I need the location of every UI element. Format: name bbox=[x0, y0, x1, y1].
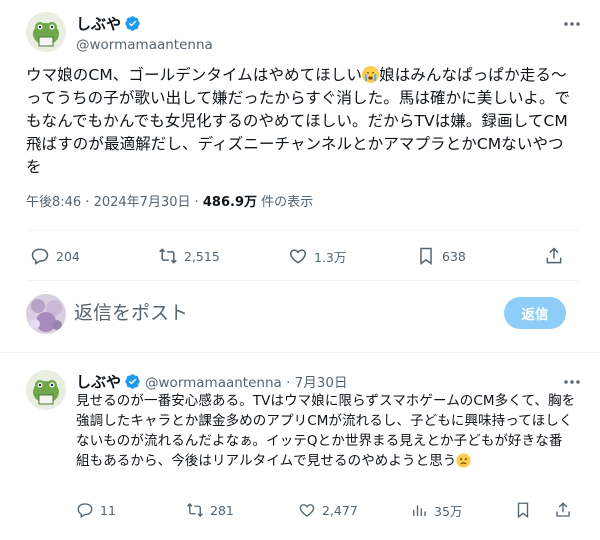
reply-button[interactable]: 204 bbox=[30, 246, 80, 266]
handle[interactable]: @wormamaantenna bbox=[76, 36, 213, 54]
reply-icon bbox=[31, 248, 49, 265]
share-button[interactable] bbox=[544, 246, 570, 266]
post-metadata: 午後8:46 · 2024年7月30日 · 486.9万 件の表示 bbox=[26, 194, 313, 212]
divider bbox=[26, 280, 578, 281]
reply-share-button[interactable] bbox=[554, 500, 578, 520]
reply-views-button[interactable]: 35万 bbox=[410, 500, 462, 520]
like-icon bbox=[289, 249, 307, 264]
share-icon bbox=[556, 502, 570, 517]
reply-bookmark-button[interactable] bbox=[514, 500, 538, 520]
share-icon bbox=[546, 247, 562, 264]
reply-submit-button[interactable]: 返信 bbox=[504, 297, 566, 329]
composer-avatar[interactable] bbox=[26, 294, 66, 334]
views-label: 件の表示 bbox=[257, 195, 314, 210]
post-detail-view: しぶや @wormamaantenna ウマ娘のCM、ゴールデンタイムはやめてほ… bbox=[0, 0, 600, 540]
reply-repost-button[interactable]: 281 bbox=[186, 500, 234, 520]
like-icon bbox=[299, 504, 315, 517]
repost-icon bbox=[159, 248, 177, 264]
reply-date[interactable]: 7月30日 bbox=[295, 375, 348, 391]
views-count: 486.9万 bbox=[202, 195, 258, 210]
worried-emoji-icon bbox=[456, 453, 471, 468]
timestamp[interactable]: 午後8:46 · 2024年7月30日 · bbox=[26, 195, 203, 210]
reply-display-name[interactable]: しぶや bbox=[76, 373, 121, 391]
display-name[interactable]: しぶや bbox=[76, 14, 141, 34]
post-text: ウマ娘のCM、ゴールデンタイムはやめてほしい 娘はみんなぱっぱか走る〜ってうちの子… bbox=[26, 66, 571, 176]
reply-avatar[interactable] bbox=[26, 370, 66, 410]
divider bbox=[0, 352, 600, 353]
reply-header: しぶや @wormamaantenna · 7月30日 bbox=[76, 373, 348, 391]
more-icon[interactable] bbox=[562, 14, 582, 34]
reply-input[interactable]: 返信をポスト bbox=[74, 301, 494, 325]
bookmark-icon bbox=[420, 247, 432, 265]
crying-emoji-icon bbox=[362, 66, 380, 83]
verified-icon bbox=[125, 16, 140, 31]
reply-handle[interactable]: @wormamaantenna bbox=[145, 375, 282, 391]
bookmark-icon bbox=[517, 502, 529, 519]
repost-icon bbox=[187, 503, 203, 517]
reply-like-button[interactable]: 2,477 bbox=[298, 500, 358, 520]
reply-text: 見せるのが一番安心感ある。TVはウマ娘に限らずスマホゲームのCM多くて、胸を強調… bbox=[76, 393, 576, 469]
reply-icon bbox=[77, 503, 93, 518]
repost-button[interactable]: 2,515 bbox=[158, 246, 220, 266]
avatar[interactable] bbox=[26, 12, 66, 52]
bookmark-button[interactable]: 638 bbox=[416, 246, 466, 266]
like-button[interactable]: 1.3万 bbox=[288, 246, 346, 266]
verified-icon bbox=[125, 374, 140, 389]
reply-reply-button[interactable]: 11 bbox=[76, 500, 116, 520]
views-icon bbox=[413, 505, 426, 516]
reply-more-icon[interactable] bbox=[562, 372, 582, 392]
divider bbox=[26, 230, 578, 231]
